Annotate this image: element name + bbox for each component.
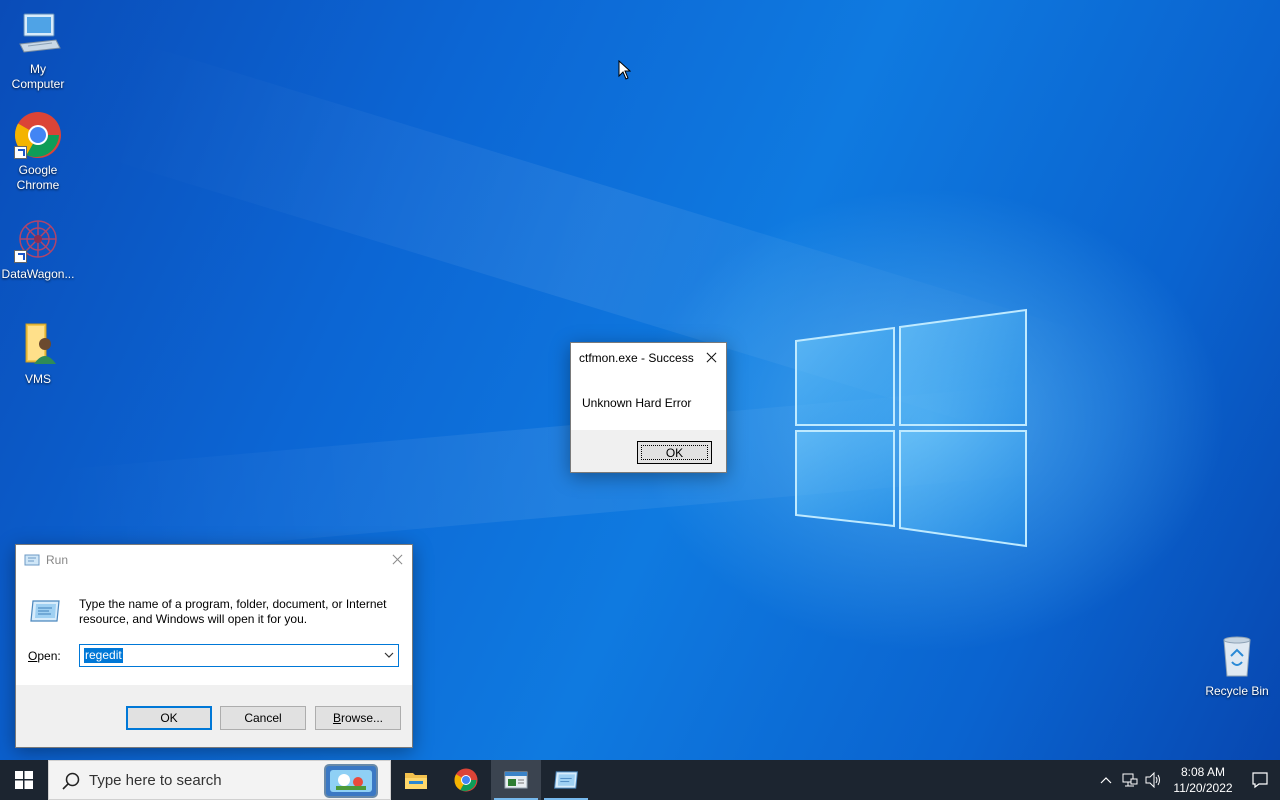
run-browse-button[interactable]: Browse... xyxy=(315,706,401,730)
show-hidden-icons-button[interactable] xyxy=(1094,760,1118,800)
terminal-window-icon xyxy=(504,771,528,789)
search-placeholder: Type here to search xyxy=(89,771,222,789)
open-input-value[interactable]: regedit xyxy=(84,648,123,663)
notification-icon xyxy=(1252,772,1268,789)
taskbar: Type here to search 8:08 AM 11/20/2022 xyxy=(0,760,1280,800)
desktop-icon-my-computer[interactable]: My Computer xyxy=(0,10,76,92)
message-box-text: Unknown Hard Error xyxy=(582,396,692,410)
run-cancel-button[interactable]: Cancel xyxy=(220,706,306,730)
run-dialog-title: Run xyxy=(46,553,69,567)
desktop-icon-label: Chrome xyxy=(16,178,60,192)
run-icon xyxy=(24,554,40,566)
desktop-icon-label: Recycle Bin xyxy=(1205,684,1269,698)
shortcut-arrow-icon xyxy=(14,146,27,159)
folder-user-icon xyxy=(14,320,62,368)
datawagon-icon xyxy=(14,215,62,263)
desktop-icon-datawagon[interactable]: DataWagon... xyxy=(0,215,76,282)
run-icon xyxy=(554,771,578,789)
search-icon xyxy=(62,772,80,790)
desktop-icon-vms[interactable]: VMS xyxy=(0,320,76,387)
network-tray-button[interactable] xyxy=(1118,760,1142,800)
shortcut-arrow-icon xyxy=(14,250,27,263)
desktop-icon-label: My xyxy=(30,62,46,76)
message-box-ok-button[interactable]: OK xyxy=(637,441,712,464)
network-icon xyxy=(1122,773,1138,787)
clock-date: 11/20/2022 xyxy=(1173,781,1233,795)
start-button[interactable] xyxy=(0,760,48,800)
run-program-icon xyxy=(30,600,60,622)
taskbar-chrome[interactable] xyxy=(441,760,491,800)
search-highlight-icon[interactable] xyxy=(324,764,378,798)
message-box-title: ctfmon.exe - Success xyxy=(579,351,694,365)
desktop-icon-label: VMS xyxy=(24,372,51,386)
taskbar-search-box[interactable]: Type here to search xyxy=(48,760,391,800)
clock-time: 8:08 AM xyxy=(1180,765,1226,779)
recycle-bin-icon xyxy=(1213,632,1261,680)
open-label: Open: xyxy=(28,649,61,663)
desktop-icon-label: Google xyxy=(18,163,58,177)
action-center-button[interactable] xyxy=(1240,760,1280,800)
close-icon[interactable] xyxy=(382,545,412,573)
desktop-icon-label: DataWagon... xyxy=(1,267,75,281)
computer-icon xyxy=(14,10,62,58)
taskbar-clock[interactable]: 8:08 AM 11/20/2022 xyxy=(1166,764,1240,796)
close-icon[interactable] xyxy=(696,343,726,371)
run-ok-button[interactable]: OK xyxy=(126,706,212,730)
run-dialog: Run Type the name of a program, folder, … xyxy=(15,544,413,748)
chevron-down-icon[interactable] xyxy=(384,650,394,660)
run-dialog-titlebar[interactable]: Run xyxy=(16,545,412,575)
chrome-icon xyxy=(14,111,62,159)
open-combobox[interactable]: regedit xyxy=(79,644,399,667)
speaker-icon xyxy=(1145,772,1160,788)
mouse-cursor-icon xyxy=(618,60,631,80)
system-tray: 8:08 AM 11/20/2022 xyxy=(1094,760,1280,800)
taskbar-window-app[interactable] xyxy=(491,760,541,800)
desktop-icon-label: Computer xyxy=(11,77,65,91)
volume-tray-button[interactable] xyxy=(1142,760,1166,800)
run-dialog-description: Type the name of a program, folder, docu… xyxy=(79,597,387,626)
chevron-up-icon xyxy=(1100,777,1112,784)
taskbar-file-explorer[interactable] xyxy=(391,760,441,800)
file-explorer-icon xyxy=(405,773,427,789)
message-box-titlebar[interactable]: ctfmon.exe - Success xyxy=(571,343,726,373)
error-message-box: ctfmon.exe - Success Unknown Hard Error … xyxy=(570,342,727,473)
windows-start-icon xyxy=(15,771,33,789)
desktop-icon-recycle-bin[interactable]: Recycle Bin xyxy=(1198,632,1276,699)
chrome-icon xyxy=(454,768,478,792)
desktop-icon-google-chrome[interactable]: Google Chrome xyxy=(0,111,76,193)
taskbar-run[interactable] xyxy=(541,760,591,800)
